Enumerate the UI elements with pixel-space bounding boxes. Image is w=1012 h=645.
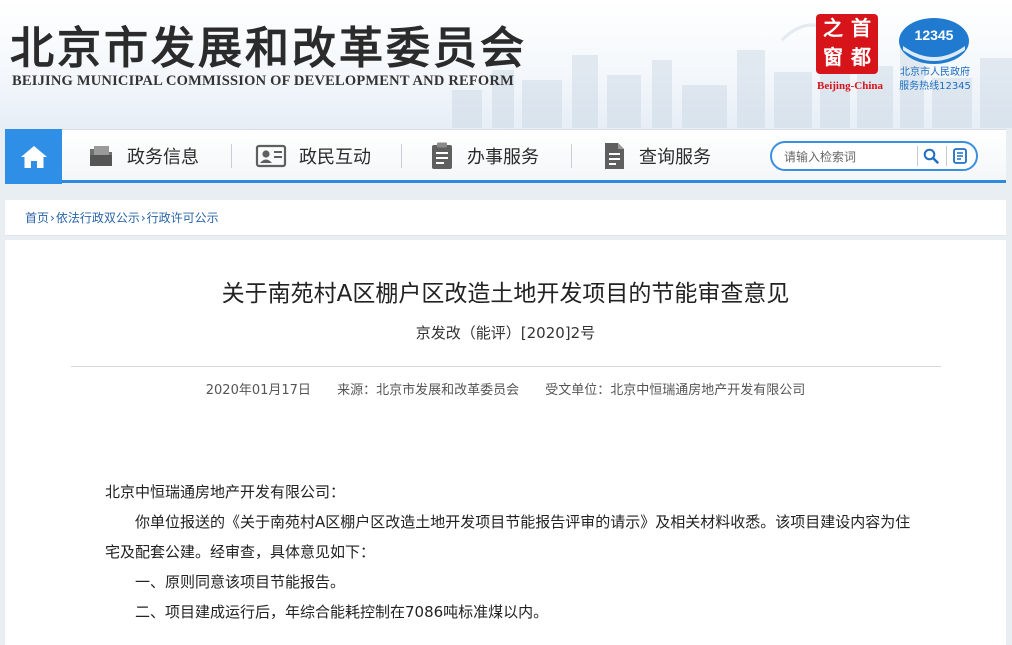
article-source: 来源：北京市发展和改革委员会 bbox=[337, 383, 520, 398]
site-header: 北京市发展和改革委员会 BEIJING MUNICIPAL COMMISSION… bbox=[0, 0, 1012, 128]
hotline-12345-logo[interactable]: 12345 北京市人民政府 服务热线12345 bbox=[895, 12, 975, 102]
main-nav: 政务信息 政民互动 办事服务 查询服务 bbox=[5, 129, 1006, 184]
capital-window-seal: 之首 窗都 bbox=[816, 14, 878, 74]
nav-item-query[interactable]: 查询服务 bbox=[601, 130, 711, 181]
seal-char: 都 bbox=[851, 45, 871, 69]
search-input[interactable] bbox=[784, 147, 912, 166]
article-body: 北京中恒瑞通房地产开发有限公司： 你单位报送的《关于南苑村A区棚户区改造土地开发… bbox=[105, 477, 920, 627]
breadcrumb-separator: › bbox=[140, 211, 146, 225]
nav-item-public-interaction[interactable]: 政民互动 bbox=[255, 130, 371, 181]
breadcrumb: 首页›依法行政双公示›行政许可公示 bbox=[5, 200, 1006, 236]
article-paragraph: 二、项目建成运行后，年综合能耗控制在7086吨标准煤以内。 bbox=[135, 603, 549, 621]
search-box bbox=[770, 141, 978, 171]
home-button[interactable] bbox=[5, 129, 62, 184]
breadcrumb-dual-disclosure[interactable]: 依法行政双公示 bbox=[56, 211, 140, 225]
nav-item-gov-info[interactable]: 政务信息 bbox=[87, 130, 199, 181]
breadcrumb-separator: › bbox=[50, 211, 55, 225]
id-card-icon bbox=[255, 144, 287, 167]
nav-item-services[interactable]: 办事服务 bbox=[429, 130, 539, 181]
article-date: 2020年01月17日 bbox=[205, 383, 311, 398]
article-title: 关于南苑村A区棚户区改造土地开发项目的节能审查意见 bbox=[221, 281, 790, 307]
seal-char: 窗 bbox=[823, 45, 843, 69]
article-salutation: 北京中恒瑞通房地产开发有限公司： bbox=[105, 483, 346, 501]
voice-button[interactable] bbox=[946, 146, 972, 166]
seal-char: 首 bbox=[851, 16, 871, 40]
folder-icon bbox=[90, 145, 112, 166]
nav-item-label: 政民互动 bbox=[299, 146, 371, 168]
voice-icon bbox=[952, 148, 967, 164]
article-recipient: 受文单位：北京中恒瑞通房地产开发有限公司 bbox=[545, 383, 806, 398]
article-paragraph: 你单位报送的《关于南苑村A区棚户区改造土地开发项目节能报告评审的请示》及相关材料… bbox=[105, 513, 911, 561]
nav-divider bbox=[401, 144, 402, 168]
document-icon bbox=[605, 142, 624, 169]
search-icon bbox=[923, 148, 939, 164]
nav-item-label: 查询服务 bbox=[639, 146, 711, 168]
site-subtitle: BEIJING MUNICIPAL COMMISSION OF DEVELOPM… bbox=[12, 73, 514, 89]
breadcrumb-home[interactable]: 首页 bbox=[25, 211, 49, 225]
breadcrumb-admin-permit[interactable]: 行政许可公示 bbox=[147, 211, 219, 225]
capital-window-logo[interactable]: 之首 窗都 Beijing-China bbox=[810, 14, 886, 96]
hotline-number: 12345 bbox=[915, 27, 954, 43]
nav-divider bbox=[231, 144, 232, 168]
search-button[interactable] bbox=[917, 146, 943, 166]
clipboard-icon bbox=[432, 142, 452, 169]
article-doc-number: 京发改（能评）[2020]2号 bbox=[415, 324, 596, 342]
hotline-badge-icon: 12345 bbox=[899, 18, 969, 64]
nav-divider bbox=[571, 144, 572, 168]
hotline-caption-line2: 服务热线12345 bbox=[899, 81, 971, 92]
capital-window-caption: Beijing-China bbox=[816, 80, 883, 92]
article-divider bbox=[71, 366, 941, 367]
article-meta: 2020年01月17日 来源：北京市发展和改革委员会 受文单位：北京中恒瑞通房地… bbox=[5, 379, 1006, 398]
seal-char: 之 bbox=[823, 16, 843, 40]
site-title: 北京市发展和改革委员会 bbox=[10, 23, 527, 74]
hotline-caption-line1: 北京市人民政府 bbox=[900, 67, 970, 78]
nav-item-label: 政务信息 bbox=[127, 146, 199, 168]
nav-item-label: 办事服务 bbox=[467, 146, 539, 168]
house-icon bbox=[20, 145, 47, 168]
hotline-caption: 北京市人民政府 服务热线12345 bbox=[895, 66, 975, 94]
article-paragraph: 一、原则同意该项目节能报告。 bbox=[135, 573, 346, 591]
article: 关于南苑村A区棚户区改造土地开发项目的节能审查意见 京发改（能评）[2020]2… bbox=[5, 240, 1006, 645]
